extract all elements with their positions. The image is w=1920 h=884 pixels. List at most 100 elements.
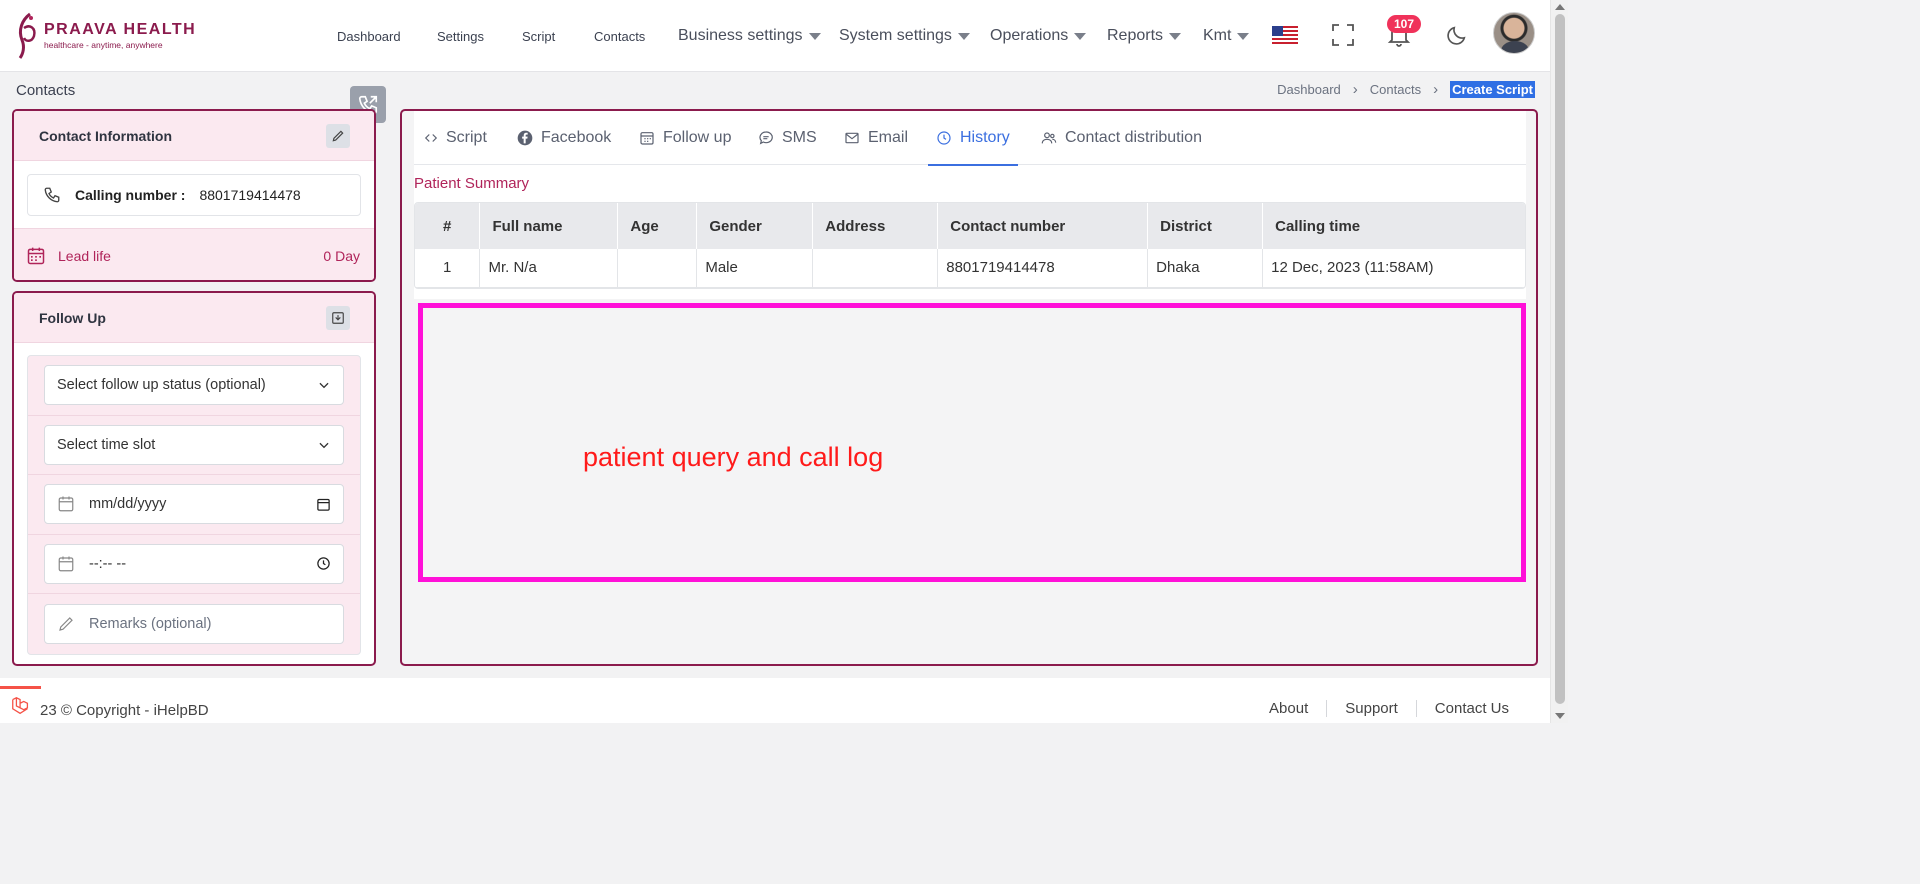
contact-information-card: Contact Information Calling number : 880… xyxy=(12,109,376,282)
breadcrumb-dashboard[interactable]: Dashboard xyxy=(1277,82,1341,97)
chevron-down-icon xyxy=(319,442,329,448)
remarks-input[interactable]: Remarks (optional) xyxy=(44,603,344,644)
pencil-icon xyxy=(332,130,344,141)
tab-facebook[interactable]: Facebook xyxy=(517,111,611,165)
column-header: Gender xyxy=(696,203,814,249)
nav-operations[interactable]: Operations xyxy=(990,0,1087,72)
column-header: # xyxy=(415,203,481,249)
breadcrumb-current: Create Script xyxy=(1450,81,1535,98)
chevron-right-icon: › xyxy=(1352,81,1358,98)
lead-life-row: Lead life 0 Day xyxy=(14,228,374,280)
table-cell xyxy=(617,249,698,288)
laravel-icon[interactable] xyxy=(0,686,41,723)
table-cell: 1 xyxy=(415,249,481,288)
calendar-icon xyxy=(57,495,75,513)
top-navbar: PRAAVA HEALTH healthcare - anytime, anyw… xyxy=(0,0,1550,72)
scroll-down-arrow-icon[interactable] xyxy=(1555,713,1565,719)
caret-down-icon xyxy=(1169,32,1182,40)
table-cell xyxy=(812,249,939,288)
table-cell: Male xyxy=(696,249,814,288)
facebook-icon xyxy=(517,130,533,146)
follow-up-date-input[interactable]: mm/dd/yyyy xyxy=(44,484,344,525)
nav-script[interactable]: Script xyxy=(522,0,555,72)
footer-link-contact-us[interactable]: Contact Us xyxy=(1415,700,1527,717)
code-icon xyxy=(424,131,438,145)
tab-label: History xyxy=(960,129,1010,146)
remarks-placeholder: Remarks (optional) xyxy=(89,615,212,632)
calling-number-value: 8801719414478 xyxy=(199,187,301,203)
date-picker-icon[interactable] xyxy=(316,497,331,512)
table-cell: 8801719414478 xyxy=(937,249,1149,288)
scroll-up-arrow-icon[interactable] xyxy=(1555,4,1565,10)
date-placeholder: mm/dd/yyyy xyxy=(89,496,167,513)
brand-tagline: healthcare - anytime, anywhere xyxy=(44,39,163,50)
time-slot-select[interactable]: Select time slot xyxy=(44,424,344,465)
column-header: District xyxy=(1147,203,1264,249)
envelope-icon xyxy=(844,130,860,146)
nav-reports[interactable]: Reports xyxy=(1107,0,1182,72)
vertical-scrollbar[interactable] xyxy=(1550,0,1568,723)
moon-icon[interactable] xyxy=(1440,18,1474,52)
edit-contact-button[interactable] xyxy=(326,123,350,148)
chat-icon xyxy=(758,130,774,146)
brand-name: PRAAVA HEALTH xyxy=(44,20,197,38)
table-cell: 12 Dec, 2023 (11:58AM) xyxy=(1262,249,1525,288)
follow-up-time-input[interactable]: --:-- -- xyxy=(44,543,344,584)
clock-icon[interactable] xyxy=(316,556,331,571)
phone-icon xyxy=(44,187,60,203)
save-follow-up-button[interactable] xyxy=(326,305,350,330)
tab-label: Email xyxy=(868,129,909,146)
follow-up-status-select[interactable]: Select follow up status (optional) xyxy=(44,365,344,406)
tab-label: Script xyxy=(446,129,487,146)
tab-label: Contact distribution xyxy=(1065,129,1202,146)
us-flag-icon[interactable] xyxy=(1268,18,1302,52)
nav-settings[interactable]: Settings xyxy=(437,0,484,72)
column-header: Calling time xyxy=(1262,203,1525,249)
patient-summary-title: Patient Summary xyxy=(414,175,530,192)
nav-kmt[interactable]: Kmt xyxy=(1203,0,1250,72)
tab-label: Follow up xyxy=(663,129,732,146)
calling-number-row: Calling number : 8801719414478 xyxy=(27,174,361,216)
column-header: Full name xyxy=(479,203,619,249)
follow-up-form: Select follow up status (optional) Selec… xyxy=(27,355,361,655)
lead-life-value: 0 Day xyxy=(323,247,360,264)
column-header: Contact number xyxy=(937,203,1149,249)
table-cell: Dhaka xyxy=(1147,249,1264,288)
footer: 23 © Copyright - iHelpBD About Support C… xyxy=(0,678,1550,723)
nav-dashboard[interactable]: Dashboard xyxy=(337,0,401,72)
nav-system-settings[interactable]: System settings xyxy=(839,0,970,72)
card-title: Contact Information xyxy=(39,127,172,144)
select-value: Select follow up status (optional) xyxy=(57,377,266,394)
tab-label: Facebook xyxy=(541,129,612,146)
praava-logo-icon xyxy=(18,12,36,59)
tab-script[interactable]: Script xyxy=(424,111,487,165)
footer-link-about[interactable]: About xyxy=(1251,700,1326,717)
tab-contact-distribution[interactable]: Contact distribution xyxy=(1041,111,1202,165)
user-avatar[interactable] xyxy=(1493,12,1535,54)
brand-logo[interactable]: PRAAVA HEALTH healthcare - anytime, anyw… xyxy=(14,10,196,60)
chevron-down-icon xyxy=(319,383,329,389)
annotation-text: patient query and call log xyxy=(583,442,884,472)
tab-email[interactable]: Email xyxy=(844,111,908,165)
column-header: Address xyxy=(812,203,939,249)
history-panel: Script Facebook Follow up SMS Email Hist… xyxy=(400,109,1538,666)
column-header: Age xyxy=(617,203,698,249)
breadcrumb-contacts[interactable]: Contacts xyxy=(1370,82,1421,97)
caret-down-icon xyxy=(808,32,821,40)
copyright-text: 23 © Copyright - iHelpBD xyxy=(40,702,209,719)
footer-link-support[interactable]: Support xyxy=(1326,700,1416,717)
scrollbar-thumb[interactable] xyxy=(1555,14,1565,704)
tab-history[interactable]: History xyxy=(928,111,1018,166)
fullscreen-icon[interactable] xyxy=(1326,18,1360,52)
tab-label: SMS xyxy=(782,129,817,146)
table-header-row: # Full name Age Gender Address Contact n… xyxy=(415,203,1525,249)
time-placeholder: --:-- -- xyxy=(89,555,127,572)
page-title: Contacts xyxy=(16,82,76,99)
select-value: Select time slot xyxy=(57,436,156,453)
chevron-right-icon: › xyxy=(1433,81,1439,98)
nav-contacts[interactable]: Contacts xyxy=(594,0,645,72)
tab-sms[interactable]: SMS xyxy=(758,111,817,165)
tab-follow-up[interactable]: Follow up xyxy=(639,111,731,165)
nav-business-settings[interactable]: Business settings xyxy=(678,0,821,72)
caret-down-icon xyxy=(1074,32,1087,40)
